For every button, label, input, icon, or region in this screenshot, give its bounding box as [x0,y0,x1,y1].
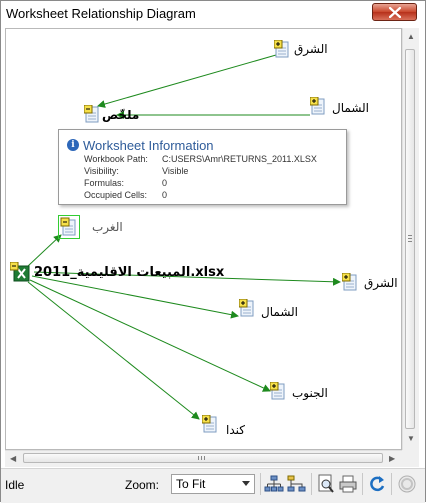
chevron-down-icon [242,481,250,486]
scroll-right-arrow-icon[interactable]: ▶ [389,455,395,463]
worksheet-info-tooltip: i Worksheet Information Workbook Path: C… [58,129,347,205]
sheet-node-top-east[interactable]: الشرق [273,39,328,63]
worksheet-icon [273,39,289,58]
scroll-down-arrow-icon[interactable]: ▼ [407,435,415,443]
sheet-label: الشرق [364,276,398,290]
edge-top-east-to-summary [97,54,277,108]
tooltip-value: C:USERS\Amr\RETURNS_2011.XLSX [162,154,317,164]
tooltip-value: 0 [162,178,168,188]
sheet-label: الجنوب [292,386,328,400]
status-text: Idle [5,478,25,492]
tooltip-key: Occupied Cells: [84,190,148,200]
vertical-scroll-thumb[interactable] [405,49,415,429]
worksheet-selected-icon [58,215,80,239]
tooltip-value: Visible [162,166,189,176]
worksheet-relationship-window: Worksheet Relationship Diagram الشرق الش… [0,0,426,503]
sheet-node-west[interactable]: الغرب [58,215,123,244]
diagram-canvas[interactable]: الشرق الشمال ملخّص الغرب المبيعات الاقلي… [5,28,402,450]
grip-line [201,456,202,460]
worksheet-icon [83,104,99,123]
sheet-node-summary[interactable]: ملخّص [83,104,139,128]
sheet-label: الشمال [261,305,299,319]
print-button[interactable] [338,474,358,494]
scroll-up-arrow-icon[interactable]: ▲ [407,33,415,41]
close-button[interactable] [372,3,417,21]
layout-button[interactable] [287,474,307,494]
toolbar-separator [260,473,261,495]
sheet-node-canada[interactable]: كندا [201,414,245,438]
workbook-label: المبيعات الاقليمية_2011.xlsx [34,265,225,280]
scroll-left-arrow-icon[interactable]: ◀ [10,455,16,463]
worksheet-icon [309,96,325,115]
print-preview-icon [318,474,334,493]
worksheet-icon [201,414,217,433]
print-icon [339,475,357,493]
grip-line [198,456,199,460]
refresh-icon [370,476,385,492]
sheet-label: ملخّص [102,108,140,122]
toolbar-separator [311,473,312,495]
status-bar: Idle Zoom: To Fit [1,468,425,503]
worksheet-icon [269,381,285,400]
window-title: Worksheet Relationship Diagram [6,6,196,21]
horizontal-scroll-thumb[interactable] [23,453,383,463]
info-icon: i [67,139,79,151]
sheet-label: الشمال [332,101,370,115]
sheet-node-top-north[interactable]: الشمال [309,96,369,120]
excel-workbook-icon [9,261,30,282]
sheet-label: الغرب [92,220,123,234]
sheet-node-right-east[interactable]: الشرق [341,272,398,296]
worksheet-icon [341,272,357,291]
stop-button[interactable] [397,474,417,494]
stop-icon [398,475,416,493]
tooltip-key: Visibility: [84,166,119,176]
sheet-label: الشرق [294,42,328,56]
worksheet-icon [238,298,254,317]
sheet-node-south[interactable]: الجنوب [269,381,328,405]
refresh-button[interactable] [367,474,387,494]
hierarchy-layout-button[interactable] [264,474,284,494]
zoom-value: To Fit [176,477,206,491]
grip-line [408,238,412,239]
toolbar-separator [362,473,363,495]
hierarchy-icon [264,475,284,492]
layout-icon [287,475,306,492]
tooltip-value: 0 [162,190,168,200]
tooltip-key: Workbook Path: [84,154,148,164]
title-bar: Worksheet Relationship Diagram [1,1,425,27]
tooltip-key: Formulas: [84,178,125,188]
zoom-select[interactable]: To Fit [171,474,255,494]
edge-workbook-to-south [29,279,271,392]
sheet-label: كندا [226,423,245,437]
print-preview-button[interactable] [316,474,336,494]
grip-line [408,235,412,236]
zoom-label: Zoom: [125,478,160,492]
edge-workbook-to-canada [27,281,200,420]
tooltip-title: Worksheet Information [83,138,214,153]
grip-line [408,241,412,242]
sheet-node-mid-north[interactable]: الشمال [238,298,298,322]
close-icon [389,7,401,18]
scroll-corner [402,450,419,467]
toolbar-separator [391,473,392,495]
edge-workbook-to-west [27,234,62,267]
workbook-node[interactable]: المبيعات الاقليمية_2011.xlsx [9,261,224,287]
grip-line [204,456,205,460]
